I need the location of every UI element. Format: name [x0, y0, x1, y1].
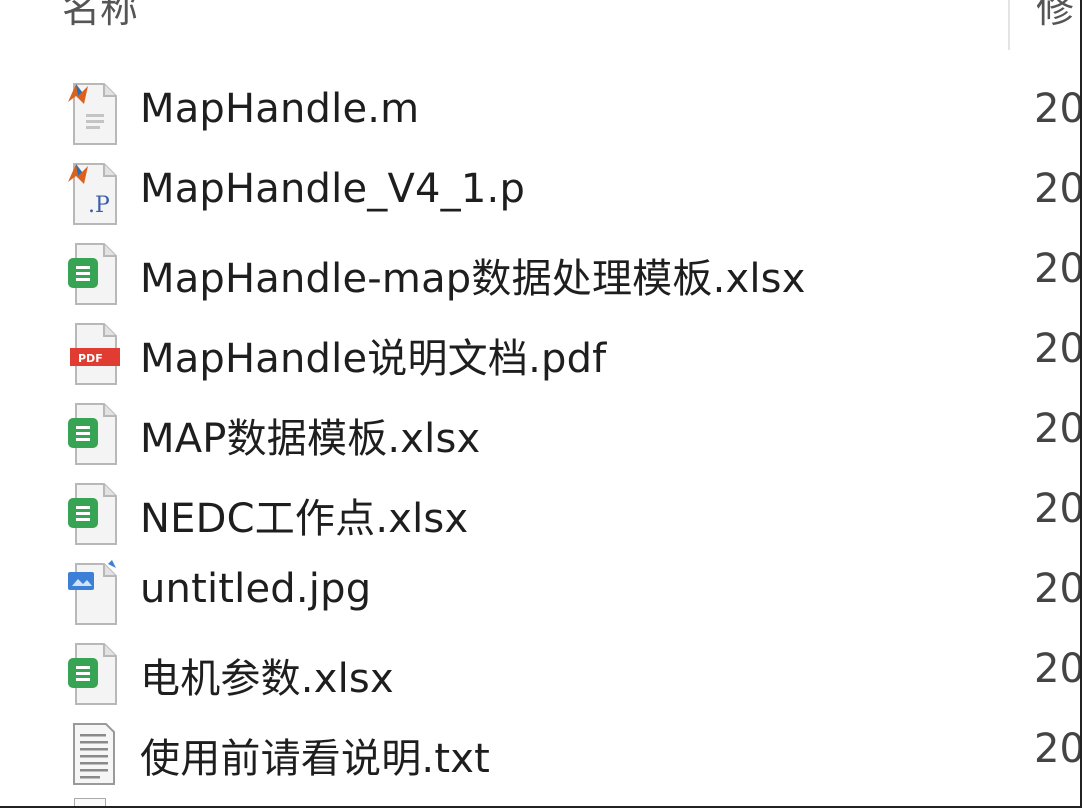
matlab-p-file-icon: .P	[66, 158, 122, 230]
file-name: MapHandle-map数据处理模板.xlsx	[140, 256, 806, 302]
file-row[interactable]: MapHandle.m 20	[0, 78, 1082, 158]
file-date: 20	[1034, 726, 1082, 772]
file-row[interactable]: MapHandle-map数据处理模板.xlsx 20	[0, 238, 1082, 318]
file-name: MapHandle.m	[140, 86, 420, 132]
text-file-icon	[66, 718, 122, 790]
partial-file-icon	[74, 798, 106, 806]
file-date: 20	[1034, 86, 1082, 132]
svg-text:PDF: PDF	[78, 352, 103, 365]
file-row[interactable]: PDF MapHandle说明文档.pdf 20	[0, 318, 1082, 398]
file-date: 20	[1034, 246, 1082, 292]
file-date: 20	[1034, 166, 1082, 212]
matlab-m-file-icon	[66, 78, 122, 150]
file-name: MapHandle_V4_1.p	[140, 166, 526, 212]
file-name: untitled.jpg	[140, 566, 372, 612]
file-date: 20	[1034, 486, 1082, 532]
file-name: 使用前请看说明.txt	[140, 736, 490, 782]
file-name: NEDC工作点.xlsx	[140, 496, 469, 542]
file-name: MAP数据模板.xlsx	[140, 416, 481, 462]
modified-column-header[interactable]: 修	[1036, 0, 1074, 33]
file-name: MapHandle说明文档.pdf	[140, 336, 607, 382]
file-row[interactable]: MAP数据模板.xlsx 20	[0, 398, 1082, 478]
file-row[interactable]: 电机参数.xlsx 20	[0, 638, 1082, 718]
file-row[interactable]: NEDC工作点.xlsx 20	[0, 478, 1082, 558]
spreadsheet-icon	[66, 238, 122, 310]
pdf-icon: PDF	[66, 318, 122, 390]
image-file-icon	[66, 558, 122, 630]
file-date: 20	[1034, 566, 1082, 612]
file-date: 20	[1034, 406, 1082, 452]
spreadsheet-icon	[66, 638, 122, 710]
file-date: 20	[1034, 326, 1082, 372]
file-list-view: 名称 修 MapHandle.m 20 .P MapHandle_V4_1.p …	[0, 0, 1082, 808]
spreadsheet-icon	[66, 398, 122, 470]
column-divider[interactable]	[1008, 0, 1010, 50]
file-row[interactable]: .P MapHandle_V4_1.p 20	[0, 158, 1082, 238]
file-row[interactable]: untitled.jpg 20	[0, 558, 1082, 638]
file-date: 20	[1034, 646, 1082, 692]
file-row[interactable]: 使用前请看说明.txt 20	[0, 718, 1082, 798]
svg-text:.P: .P	[88, 193, 110, 218]
column-header-bar: 名称 修	[0, 0, 1080, 50]
name-column-header[interactable]: 名称	[62, 0, 138, 33]
spreadsheet-icon	[66, 478, 122, 550]
file-name: 电机参数.xlsx	[140, 656, 394, 702]
